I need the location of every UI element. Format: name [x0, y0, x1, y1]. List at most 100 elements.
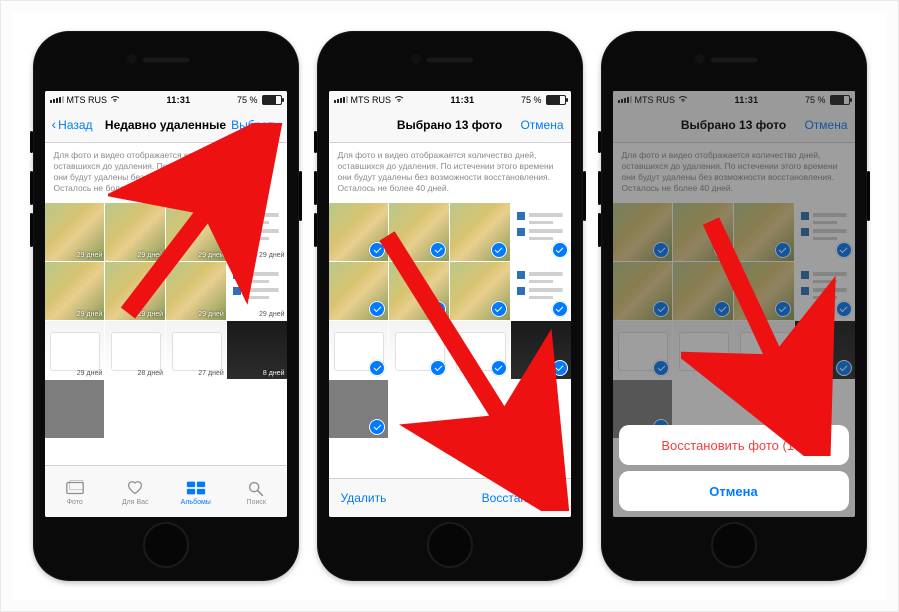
page-title: Недавно удаленные [104, 118, 228, 132]
days-badge: 29 дней [259, 311, 284, 318]
nav-bar: ‹ Назад Недавно удаленные Выбрать [45, 108, 287, 143]
carrier-label: MTS RUS [67, 95, 108, 105]
albums-icon [186, 479, 206, 497]
thumb[interactable] [450, 203, 510, 261]
days-badge: 29 дней [138, 252, 163, 259]
back-button[interactable]: ‹ Назад [52, 118, 104, 132]
wifi-icon [110, 95, 120, 105]
thumb[interactable]: 29 дней [45, 262, 105, 320]
thumb[interactable] [329, 380, 389, 438]
thumb[interactable] [329, 262, 389, 320]
thumb[interactable]: 29 дней [45, 321, 105, 379]
thumb[interactable]: 29 дней [105, 262, 165, 320]
home-button[interactable] [711, 522, 757, 568]
thumb[interactable] [450, 262, 510, 320]
photo-grid[interactable] [329, 203, 571, 478]
thumb[interactable] [389, 262, 449, 320]
power-button [867, 171, 870, 221]
tab-foryou[interactable]: Для Вас [115, 479, 155, 506]
tab-label: Фото [67, 499, 83, 506]
thumb[interactable]: 28 дней [105, 321, 165, 379]
recover-button[interactable]: Восстановить [482, 491, 559, 505]
tab-label: Альбомы [181, 499, 211, 506]
check-icon [491, 242, 507, 258]
tab-photos[interactable]: Фото [55, 479, 95, 506]
mute-switch [598, 131, 601, 153]
chevron-left-icon: ‹ [52, 117, 57, 131]
phone-2: MTS RUS 11:31 75 % Выбрано 13 фото Отмен… [317, 31, 583, 581]
recover-photos-button[interactable]: Восстановить фото (13) [619, 425, 849, 465]
phone-3: MTS RUS 11:31 75 % Выбрано 13 фото Отмен… [601, 31, 867, 581]
thumb[interactable] [329, 321, 389, 379]
thumb[interactable] [389, 321, 449, 379]
cancel-button[interactable]: Отмена [512, 118, 564, 132]
thumb[interactable]: 29 дней [45, 203, 105, 261]
phone-1: MTS RUS 11:31 75 % ‹ Назад Недавно удале… [33, 31, 299, 581]
thumb[interactable]: 29 дней [227, 203, 287, 261]
thumb[interactable] [45, 380, 105, 438]
thumb[interactable]: 29 дней [105, 203, 165, 261]
thumb[interactable]: 29 дней [166, 203, 226, 261]
photo-grid[interactable]: 29 дней 29 дней 29 дней 29 дней 29 дней … [45, 203, 287, 465]
carrier-label: MTS RUS [351, 95, 392, 105]
thumb[interactable]: 27 дней [166, 321, 226, 379]
days-badge: 29 дней [138, 311, 163, 318]
sheet-cancel-button[interactable]: Отмена [619, 471, 849, 511]
power-button [583, 171, 586, 221]
thumb[interactable] [511, 203, 571, 261]
days-badge: 27 дней [198, 370, 223, 377]
home-button[interactable] [427, 522, 473, 568]
wifi-icon [394, 95, 404, 105]
phone-camera [695, 54, 705, 64]
check-icon [369, 301, 385, 317]
tab-bar: Фото Для Вас Альбомы Поиск [45, 465, 287, 517]
check-icon [369, 419, 385, 435]
phone-camera [411, 54, 421, 64]
volume-down [30, 213, 33, 247]
action-sheet: Восстановить фото (13) Отмена [619, 425, 849, 511]
volume-down [598, 213, 601, 247]
days-badge: 29 дней [259, 252, 284, 259]
delete-button[interactable]: Удалить [341, 491, 387, 505]
check-icon [491, 301, 507, 317]
battery-icon [546, 95, 566, 105]
check-icon [552, 360, 568, 376]
phone-speaker [426, 57, 474, 63]
volume-up [314, 171, 317, 205]
volume-down [314, 213, 317, 247]
battery-label: 75 % [237, 95, 258, 105]
days-badge: 29 дней [77, 311, 102, 318]
thumb[interactable] [389, 203, 449, 261]
phone-camera [127, 54, 137, 64]
power-button [299, 171, 302, 221]
page-title: Выбрано 13 фото [388, 118, 512, 132]
mute-switch [30, 131, 33, 153]
thumb[interactable]: 29 дней [166, 262, 226, 320]
status-bar: MTS RUS 11:31 75 % [329, 91, 571, 108]
thumb[interactable] [511, 321, 571, 379]
thumb[interactable] [329, 203, 389, 261]
bottom-toolbar: Удалить Восстановить [329, 478, 571, 517]
tab-label: Для Вас [122, 499, 149, 506]
check-icon [552, 242, 568, 258]
thumb[interactable] [511, 262, 571, 320]
signal-icon [50, 96, 64, 103]
tab-search[interactable]: Поиск [236, 479, 276, 506]
tab-albums[interactable]: Альбомы [176, 479, 216, 506]
check-icon [369, 360, 385, 376]
check-icon [430, 360, 446, 376]
thumb[interactable]: 29 дней [227, 262, 287, 320]
home-button[interactable] [143, 522, 189, 568]
info-text: Для фото и видео отображается количество… [45, 143, 287, 203]
days-badge: 28 дней [138, 370, 163, 377]
days-badge: 29 дней [198, 311, 223, 318]
select-button[interactable]: Выбрать [228, 118, 280, 132]
thumb[interactable] [450, 321, 510, 379]
battery-icon [262, 95, 282, 105]
heart-icon [125, 479, 145, 497]
volume-up [598, 171, 601, 205]
search-icon [246, 479, 266, 497]
screen-2: MTS RUS 11:31 75 % Выбрано 13 фото Отмен… [329, 91, 571, 517]
mute-switch [314, 131, 317, 153]
thumb[interactable]: 8 дней [227, 321, 287, 379]
